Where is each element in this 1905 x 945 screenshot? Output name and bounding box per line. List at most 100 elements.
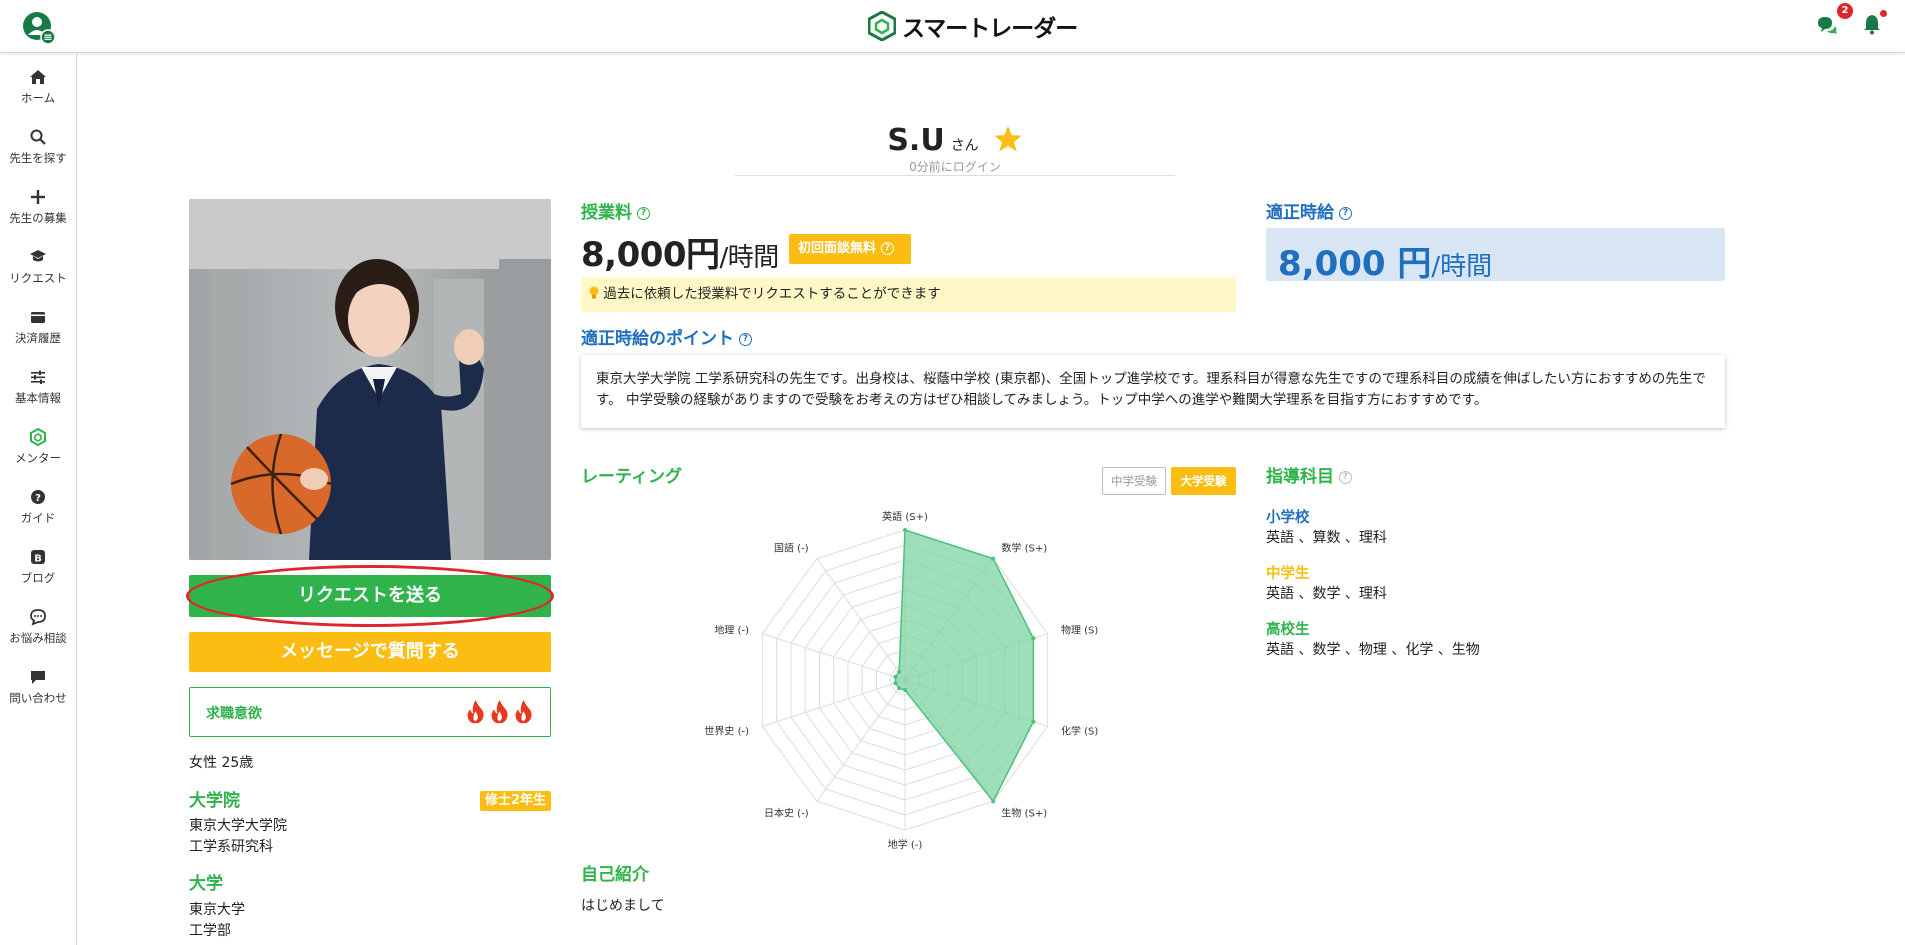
top-header: スマートレーダー 2 (0, 0, 1905, 53)
radar-point (1031, 719, 1036, 724)
help-icon[interactable]: ? (637, 206, 650, 220)
sidebar-item-label: 先生の募集 (9, 211, 67, 225)
radar-point (903, 528, 907, 532)
radar-axis-label: 化学 (S) (1061, 725, 1098, 738)
sidebar-item-guide[interactable]: ? ガイド (0, 480, 76, 536)
radar-axis-label: 地理 (-) (714, 623, 749, 636)
svg-text:B: B (34, 554, 42, 565)
fair-rate-heading: 適正時給? (1266, 198, 1352, 223)
fee-note: 過去に依頼した授業料でリクエストすることができます (581, 277, 1236, 312)
message-icon (31, 671, 45, 684)
radar-axis-label: 生物 (S+) (1001, 807, 1047, 820)
radar-point (897, 686, 902, 691)
sidebar-item-label: ブログ (20, 571, 56, 585)
fair-rate-value: 8,000 円/時間 (1278, 236, 1492, 285)
subjects-heading-text: 指導科目 (1266, 467, 1334, 487)
fee-amount: 8,000円/時間 (581, 227, 779, 276)
last-login: 0分前にログイン (909, 160, 1001, 174)
university-dept: 工学部 (189, 923, 231, 939)
sidebar-item-label: お悩み相談 (9, 631, 67, 645)
subjects-heading: 指導科目? (1266, 462, 1352, 487)
sidebar-item-label: 基本情報 (15, 391, 61, 405)
sidebar-item-recruit[interactable]: 先生の募集 (0, 180, 76, 236)
sidebar-item-label: 先生を探す (9, 151, 67, 165)
sidebar-item-search[interactable]: 先生を探す (0, 120, 76, 176)
flame-icon (491, 700, 508, 724)
lightbulb-icon (589, 286, 599, 299)
question-icon: ? (31, 490, 45, 504)
app-logo[interactable]: スマートレーダー (868, 10, 1078, 42)
radar-point (893, 681, 898, 686)
blog-icon: B (31, 550, 45, 565)
sidebar-item-contact[interactable]: 問い合わせ (0, 660, 76, 716)
radar-point (897, 669, 902, 674)
sidebar: ホーム 先生を探す 先生の募集 リクエスト 決済履歴 基本情報 メンター ? ガ… (0, 54, 77, 945)
subject-list-high: 英語 、数学 、物理 、化学 、生物 (1266, 642, 1480, 658)
radar-spoke (816, 558, 906, 681)
sidebar-item-home[interactable]: ホーム (0, 60, 76, 116)
sidebar-item-basic-info[interactable]: 基本情報 (0, 360, 76, 416)
radar-point (903, 688, 907, 692)
flame-icon (467, 700, 484, 724)
favorite-star-icon[interactable] (993, 124, 1023, 154)
sidebar-item-label: メンター (15, 451, 61, 465)
sidebar-item-request[interactable]: リクエスト (0, 240, 76, 296)
fair-rate-box: 8,000 円/時間 (1266, 228, 1725, 284)
sidebar-item-mentor[interactable]: メンター (0, 420, 76, 476)
search-icon (30, 129, 46, 145)
rating-radar-chart: 英語 (S+) 数学 (S+) 物理 (S) 化学 (S) 生物 (S+) 地学 (-) 日… (704, 510, 1098, 850)
wallet-icon (31, 312, 45, 323)
profile-name-block: S.U さん 0分前にログイン (735, 120, 1175, 176)
chat-badge: 2 (1837, 3, 1853, 19)
radar-axis-label: 日本史 (-) (764, 807, 809, 820)
plus-icon (31, 190, 45, 204)
teacher-photo (189, 199, 551, 560)
motivation-box: 求職意欲 (189, 687, 551, 737)
mentor-logo-icon (30, 428, 46, 446)
free-badge-text: 初回面談無料 (798, 241, 877, 256)
radar-axis-label: 国語 (-) (774, 541, 809, 554)
tab-junior-exam[interactable]: 中学受験 (1102, 467, 1166, 495)
grad-school-name: 東京大学大学院 (189, 818, 287, 834)
radar-axis-label: 英語 (S+) (882, 510, 928, 523)
rating-heading: レーティング (581, 467, 682, 487)
sidebar-item-consult[interactable]: お悩み相談 (0, 600, 76, 656)
send-request-button[interactable]: リクエストを送る (189, 575, 551, 617)
chat-bubble-icon (30, 609, 46, 626)
fair-rate-amount: 8,000 円 (1278, 244, 1432, 284)
grad-year-badge: 修士2年生 (480, 791, 552, 811)
points-box: 東京大学大学院 工学系研究科の先生です。出身校は、桜蔭中学校 (東京都)、全国ト… (581, 355, 1725, 428)
help-icon[interactable]: ? (739, 332, 752, 346)
fee-heading-text: 授業料 (581, 203, 632, 223)
radar-axis-label: 世界史 (-) (704, 726, 749, 738)
sidebar-item-label: 問い合わせ (9, 691, 67, 705)
fee-unit: /時間 (719, 243, 780, 273)
ask-message-button[interactable]: メッセージで質問する (189, 632, 551, 672)
motivation-label: 求職意欲 (206, 706, 262, 722)
tab-university-exam[interactable]: 大学受験 (1171, 467, 1236, 495)
notification-dot (1880, 10, 1887, 17)
flame-icon (515, 700, 532, 724)
user-menu-icon[interactable] (22, 11, 56, 45)
home-icon (30, 70, 46, 84)
radar-point (1031, 636, 1036, 641)
radar-point (991, 799, 996, 804)
sidebar-item-payments[interactable]: 決済履歴 (0, 300, 76, 356)
honorific: さん (950, 138, 979, 154)
help-icon[interactable]: ? (1339, 470, 1352, 484)
sidebar-item-label: 決済履歴 (15, 331, 61, 345)
subject-list-elementary: 英語 、算数 、理科 (1266, 530, 1387, 546)
motivation-flames (465, 699, 534, 724)
help-icon[interactable]: ? (881, 242, 895, 255)
bell-icon[interactable] (1862, 13, 1882, 35)
teacher-name: S.U (887, 123, 945, 158)
radar-point (893, 674, 898, 679)
sidebar-item-label: ホーム (20, 91, 56, 105)
grad-school-dept: 工学系研究科 (189, 839, 273, 855)
help-icon[interactable]: ? (1339, 206, 1352, 220)
chat-icon[interactable] (1816, 14, 1838, 36)
sidebar-item-blog[interactable]: B ブログ (0, 540, 76, 596)
university-name: 東京大学 (189, 902, 245, 918)
grad-school-heading: 大学院 (189, 791, 240, 811)
radar-axis-label: 数学 (S+) (1001, 541, 1047, 554)
